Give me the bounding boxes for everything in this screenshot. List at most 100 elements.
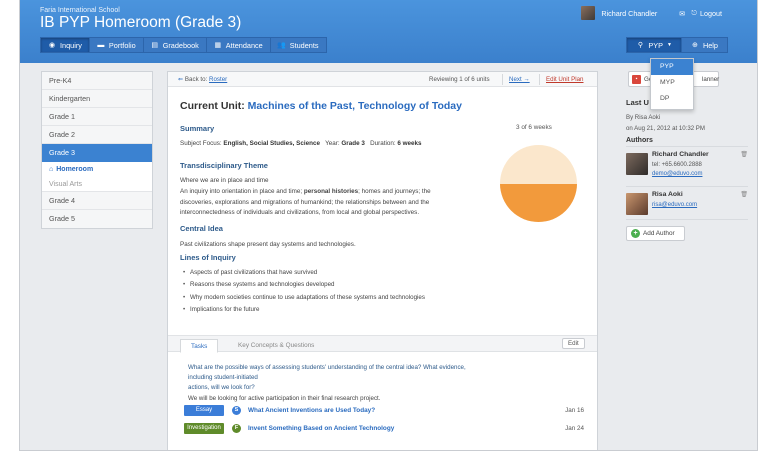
weeks-progress-label: 3 of 6 weeks: [516, 124, 552, 131]
trash-icon[interactable]: 🗑: [740, 191, 748, 198]
plus-icon: +: [631, 229, 640, 238]
task-link[interactable]: Invent Something Based on Ancient Techno…: [248, 425, 394, 432]
menu-item-dp[interactable]: DP: [651, 91, 693, 107]
task-link[interactable]: What Ancient Inventions are Used Today?: [248, 407, 375, 414]
subject-label: Subject Focus:: [180, 140, 222, 147]
edit-unit-plan-link[interactable]: Edit Unit Plan: [546, 76, 584, 83]
lines-heading: Lines of Inquiry: [180, 253, 236, 262]
caret-down-icon: ▼: [667, 42, 672, 48]
tab-key-concepts[interactable]: Key Concepts & Questions: [228, 339, 324, 353]
grade-sidebar: Pre-K4 Kindergarten Grade 1 Grade 2 Grad…: [41, 71, 153, 229]
back-link[interactable]: Roster: [209, 76, 227, 83]
help-button[interactable]: ⊕ Help: [680, 37, 728, 53]
sidebar-item-kindergarten[interactable]: Kindergarten: [42, 90, 152, 108]
review-status: Reviewing 1 of 6 units: [429, 76, 490, 83]
next-link[interactable]: Next →: [509, 76, 530, 83]
sidebar-item-grade-1[interactable]: Grade 1: [42, 108, 152, 126]
task-row[interactable]: Essay S What Ancient Inventions are Used…: [184, 404, 584, 416]
duration-value: 6 weeks: [397, 140, 422, 147]
year-label: Year:: [325, 140, 340, 147]
sidebar-item-grade-3[interactable]: Grade 3: [42, 144, 152, 162]
assessment-text: What are the possible ways of assessing …: [188, 363, 478, 404]
back-arrow-icon: ⇐: [178, 76, 184, 83]
updated-on: on Aug 21, 2012 at 10:32 PM: [626, 125, 705, 132]
help-label: Help: [702, 40, 718, 50]
weeks-progress-fill: [500, 183, 577, 222]
list-item: Implications for the future: [183, 306, 425, 318]
task-row[interactable]: Investigation F Invent Something Based o…: [184, 422, 584, 434]
author-card: Risa Aoki risa@eduvo.com 🗑: [626, 191, 748, 217]
theme-text: Where we are in place and time An inquir…: [180, 176, 480, 219]
author-name[interactable]: Risa Aoki: [652, 191, 683, 198]
menu-item-myp[interactable]: MYP: [651, 75, 693, 91]
program-label: PYP: [648, 40, 664, 50]
sidebar-item-pre-k4[interactable]: Pre-K4: [42, 72, 152, 90]
back-label: Back to:: [184, 76, 208, 83]
task-type-badge: Essay: [184, 404, 224, 416]
sidebar-subitem-homeroom[interactable]: ⌂ Homeroom: [42, 162, 152, 178]
theme-heading: Transdisciplinary Theme: [180, 161, 268, 170]
unit-panel: ⇐ Back to: Roster Reviewing 1 of 6 units…: [167, 71, 598, 450]
task-date: Jan 24: [565, 424, 584, 432]
nav-label: Portfolio: [108, 40, 136, 50]
theme-line-part: An inquiry into orientation in place and…: [180, 187, 303, 195]
duration-label: Duration:: [370, 140, 396, 147]
divider: [626, 219, 748, 220]
theme-title: Where we are in place and time: [180, 177, 269, 184]
assessment-question: What are the possible ways of assessing …: [188, 364, 466, 382]
theme-line: interconnectedness of individuals and ci…: [180, 209, 420, 217]
author-name[interactable]: Richard Chandler: [652, 151, 709, 158]
sidebar-item-grade-2[interactable]: Grade 2: [42, 126, 152, 144]
unit-meta: Subject Focus: English, Social Studies, …: [180, 139, 480, 150]
users-icon: 👥: [277, 42, 287, 49]
list-item: Why modern societies continue to use ada…: [183, 294, 425, 306]
avatar: [626, 153, 648, 175]
last-updated-heading: Last U: [626, 98, 649, 107]
updated-by: By Risa Aoki: [626, 114, 661, 121]
nav-attendance[interactable]: ▦ Attendance: [205, 37, 271, 53]
unit-title: Current Unit: Machines of the Past, Tech…: [180, 100, 462, 112]
nav-portfolio[interactable]: ▬ Portfolio: [88, 37, 144, 53]
header: Faria International School IB PYP Homero…: [20, 0, 757, 63]
sidebar-item-grade-5[interactable]: Grade 5: [42, 210, 152, 228]
author-email[interactable]: demo@eduvo.com: [652, 171, 702, 177]
program-switcher[interactable]: ⚲ PYP ▼: [626, 37, 682, 53]
trash-icon[interactable]: 🗑: [740, 151, 748, 158]
briefcase-icon: ▬: [97, 41, 105, 49]
nav-gradebook[interactable]: ▤ Gradebook: [142, 37, 207, 53]
author-card: Richard Chandler tel: +65.6600.2888 demo…: [626, 151, 748, 185]
sidebar-subitem-visual-arts[interactable]: Visual Arts: [42, 178, 152, 192]
unit-prefix: Current Unit:: [180, 100, 245, 112]
avatar: [626, 193, 648, 215]
edit-button[interactable]: Edit: [562, 338, 585, 349]
nav-students[interactable]: 👥 Students: [269, 37, 327, 53]
logout-link[interactable]: Logout: [700, 9, 722, 18]
theme-line-part: ; homes and journeys; the: [358, 187, 431, 195]
mail-icon[interactable]: ✉: [679, 9, 685, 18]
back-nav: ⇐ Back to: Roster: [178, 76, 227, 83]
sidebar-item-grade-4[interactable]: Grade 4: [42, 192, 152, 210]
divider: [626, 186, 748, 187]
task-type-badge: Investigation: [184, 422, 224, 434]
calendar-icon: ▦: [214, 42, 222, 49]
program-dropdown-menu: PYP MYP DP: [650, 58, 694, 110]
avatar[interactable]: [581, 6, 596, 20]
formative-icon: F: [232, 423, 241, 433]
author-email[interactable]: risa@eduvo.com: [652, 202, 697, 208]
add-author-button[interactable]: + Add Author: [626, 226, 685, 241]
theme-highlight: personal histories: [303, 187, 359, 195]
nav-label: Inquiry: [60, 40, 82, 50]
school-name: Faria International School: [40, 7, 120, 14]
logout-icon[interactable]: ⎋: [691, 8, 697, 18]
nav-inquiry[interactable]: ◉ Inquiry: [40, 37, 90, 53]
lines-of-inquiry: Aspects of past civilizations that have …: [183, 269, 425, 318]
menu-item-pyp[interactable]: PYP: [651, 59, 693, 75]
user-name[interactable]: Richard Chandler: [601, 9, 657, 18]
right-nav: ⚲ PYP ▼ ⊕ Help: [626, 37, 728, 53]
main-nav: ◉ Inquiry ▬ Portfolio ▤ Gradebook ▦ Atte…: [40, 37, 327, 53]
tab-tasks[interactable]: Tasks: [180, 339, 219, 353]
add-author-label: Add Author: [643, 230, 675, 237]
subject-value: English, Social Studies, Science: [223, 140, 320, 147]
app-window: Faria International School IB PYP Homero…: [19, 0, 758, 451]
assessment-answer: We will be looking for active participat…: [188, 394, 381, 402]
